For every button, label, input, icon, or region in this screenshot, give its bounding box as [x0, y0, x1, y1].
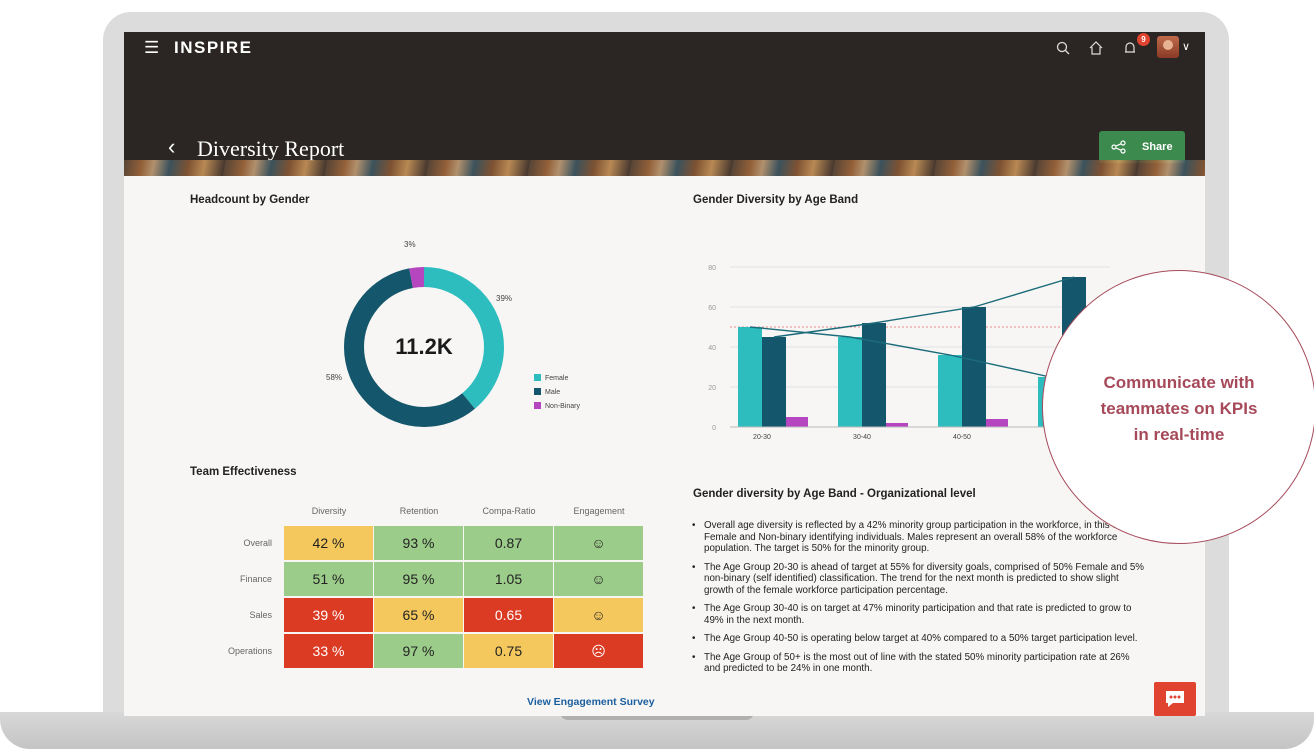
- chevron-down-icon[interactable]: ∨: [1182, 40, 1190, 53]
- x-tick-label: 40-50: [953, 434, 971, 441]
- view-engagement-survey-link[interactable]: View Engagement Survey: [527, 696, 655, 708]
- age-band-title: Gender Diversity by Age Band: [693, 194, 859, 206]
- header-artwork: [124, 160, 1205, 176]
- callout-line: in real-time: [1133, 425, 1225, 444]
- metric-cell: ☹: [554, 634, 643, 668]
- back-arrow-icon[interactable]: ‹: [168, 134, 175, 160]
- callout-line: teammates on KPIs: [1100, 399, 1258, 418]
- metric-cell: 65 %: [374, 598, 463, 632]
- bar-non-binary: [786, 417, 808, 427]
- legend-male-label: Male: [545, 389, 561, 396]
- callout-line: Communicate with: [1103, 373, 1255, 392]
- row-header: Sales: [249, 610, 272, 620]
- metric-cell: ☺: [554, 562, 643, 596]
- y-tick-label: 40: [708, 345, 716, 352]
- legend-swatch-male: [534, 388, 541, 395]
- headcount-total: 11.2K: [395, 334, 453, 359]
- y-tick-label: 0: [712, 425, 716, 432]
- page-title: Diversity Report: [197, 136, 345, 161]
- metric-cell: ☺: [554, 526, 643, 560]
- row-header: Operations: [227, 646, 272, 656]
- bullet-item: Overall age diversity is reflected by a …: [692, 520, 1147, 555]
- metric-cell: 33 %: [284, 634, 373, 668]
- legend-nonbinary: Non-Binary: [534, 402, 580, 410]
- column-header: Diversity: [311, 506, 347, 516]
- share-icon: [1111, 140, 1126, 154]
- legend-nonbinary-label: Non-Binary: [545, 403, 581, 410]
- org-level-bullets: Overall age diversity is reflected by a …: [692, 520, 1147, 682]
- column-header: Retention: [399, 506, 439, 516]
- pct-nonbinary-label: 3%: [404, 240, 416, 249]
- team-effectiveness-title: Team Effectiveness: [190, 466, 297, 478]
- bar-female: [838, 337, 862, 427]
- y-tick-label: 60: [708, 305, 716, 312]
- app-screen: ☰ INSPIRE 9 ∨ ‹ Diversity Report Share H…: [124, 32, 1205, 716]
- metric-cell: 51 %: [284, 562, 373, 596]
- x-tick-label: 20-30: [753, 434, 771, 441]
- bar-male: [962, 307, 986, 427]
- y-tick-label: 20: [708, 385, 716, 392]
- notification-badge: 9: [1137, 33, 1150, 46]
- legend-swatch-female: [534, 374, 541, 381]
- legend-swatch-nonbinary: [534, 402, 541, 409]
- bar-male: [762, 337, 786, 427]
- metric-cell: 0.87: [464, 526, 553, 560]
- metric-cell: 1.05: [464, 562, 553, 596]
- bullet-item: The Age Group 30-40 is on target at 47% …: [692, 603, 1147, 626]
- metric-cell: 97 %: [374, 634, 463, 668]
- headcount-title: Headcount by Gender: [190, 194, 310, 206]
- metric-cell: 0.75: [464, 634, 553, 668]
- bar-non-binary: [886, 423, 908, 427]
- metric-cell: ☺: [554, 598, 643, 632]
- page-header: ‹ Diversity Report Share: [124, 64, 1205, 176]
- brand-logo: INSPIRE: [174, 38, 253, 57]
- legend-female: Female: [534, 374, 568, 382]
- metric-cell: 93 %: [374, 526, 463, 560]
- legend-female-label: Female: [545, 375, 569, 382]
- row-header: Finance: [239, 574, 272, 584]
- bar-male: [862, 323, 886, 427]
- metric-cell: 0.65: [464, 598, 553, 632]
- notifications-icon[interactable]: [1121, 39, 1139, 57]
- column-header: Engagement: [573, 506, 625, 516]
- chat-button[interactable]: [1154, 682, 1196, 716]
- y-tick-label: 80: [708, 265, 716, 272]
- metric-cell: 42 %: [284, 526, 373, 560]
- bar-female: [738, 327, 762, 427]
- bar-female: [938, 355, 962, 427]
- metric-cell: 95 %: [374, 562, 463, 596]
- bullet-item: The Age Group 20-30 is ahead of target a…: [692, 562, 1147, 597]
- share-label: Share: [1142, 141, 1173, 153]
- bullet-item: The Age Group of 50+ is the most out of …: [692, 652, 1147, 675]
- bar-non-binary: [986, 419, 1008, 427]
- hamburger-menu-icon[interactable]: ☰: [144, 39, 162, 57]
- chat-icon: [1166, 691, 1184, 707]
- home-icon[interactable]: [1087, 39, 1105, 57]
- bullet-item: The Age Group 40-50 is operating below t…: [692, 633, 1147, 645]
- legend-male: Male: [534, 388, 560, 396]
- share-button[interactable]: Share: [1099, 131, 1185, 163]
- column-header: Compa-Ratio: [482, 506, 536, 516]
- callout-text: Communicate with teammates on KPIs in re…: [1062, 370, 1296, 448]
- metric-cell: 39 %: [284, 598, 373, 632]
- org-level-title: Gender diversity by Age Band - Organizat…: [693, 488, 976, 500]
- pct-female-label: 39%: [496, 294, 513, 303]
- x-tick-label: 30-40: [853, 434, 871, 441]
- avatar[interactable]: [1157, 36, 1179, 58]
- top-bar: ☰ INSPIRE 9 ∨: [124, 32, 1205, 64]
- search-icon[interactable]: [1054, 39, 1072, 57]
- row-header: Overall: [243, 538, 272, 548]
- pct-male-label: 58%: [326, 373, 343, 382]
